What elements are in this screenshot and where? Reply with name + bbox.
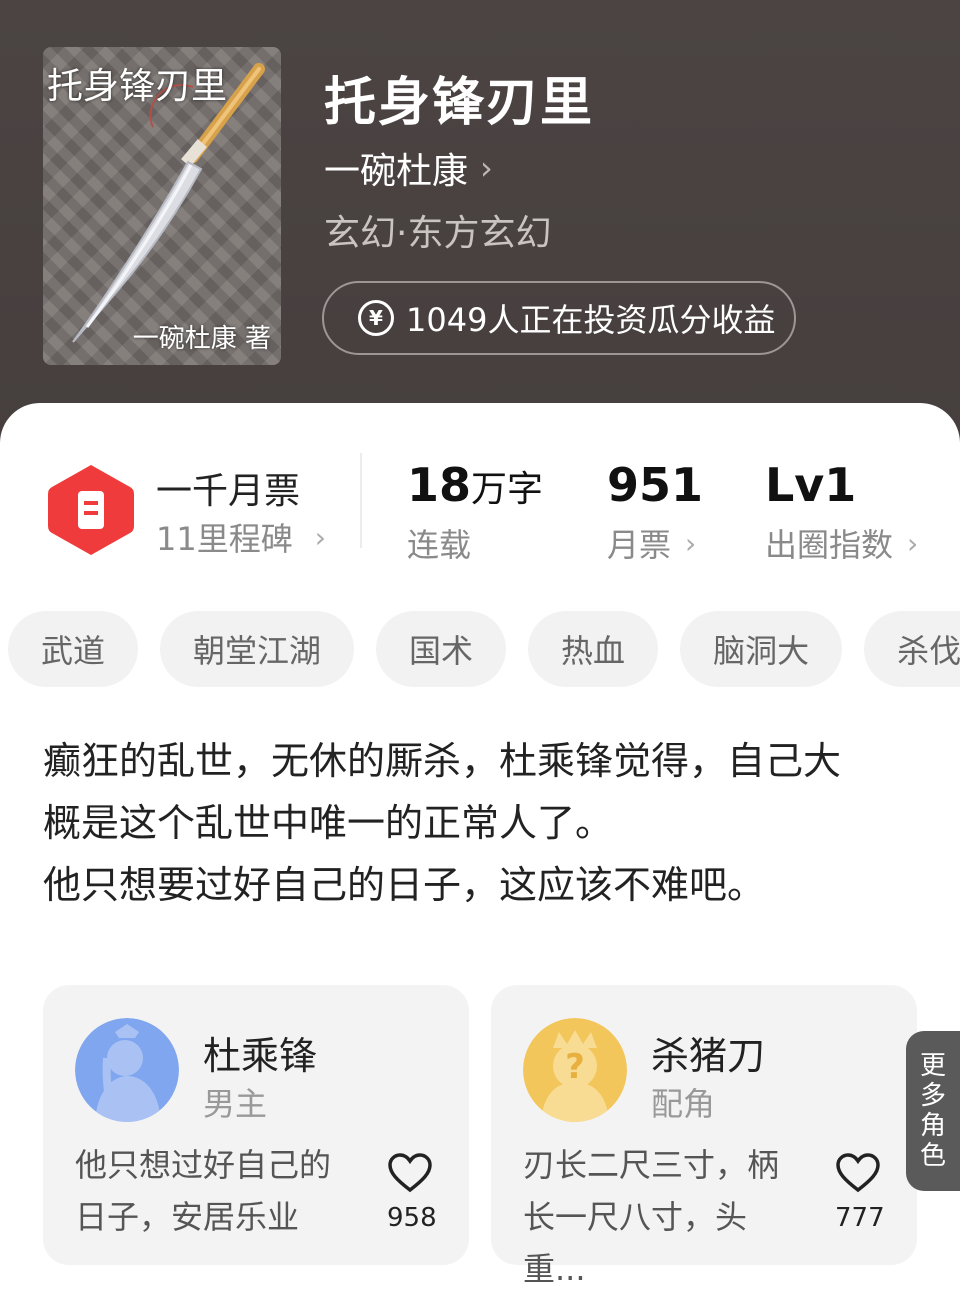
avatar: ? bbox=[523, 1018, 627, 1122]
heart-icon bbox=[836, 1153, 880, 1193]
chevron-right-icon: › bbox=[314, 520, 326, 554]
description-line: 癫狂的乱世，无休的厮杀，杜乘锋觉得，自己大 bbox=[43, 739, 842, 783]
tag-list: 武道 朝堂江湖 国术 热血 脑洞大 杀伐果断 bbox=[8, 611, 960, 687]
invest-text: 1049人正在投资瓜分收益 bbox=[406, 301, 776, 339]
milestone-title[interactable]: 一千月票 bbox=[156, 462, 300, 514]
stat-monthly-tickets[interactable]: 951 月票 › bbox=[607, 458, 703, 566]
role-desc-line: 日子，安居乐业 bbox=[75, 1198, 300, 1236]
role-card[interactable]: 杜乘锋 男主 他只想过好自己的 日子，安居乐业 958 bbox=[43, 985, 469, 1265]
more-roles-char: 多 bbox=[919, 1081, 946, 1111]
divider bbox=[360, 453, 362, 548]
chevron-right-icon: › bbox=[480, 149, 493, 187]
tag-item[interactable]: 杀伐果断 bbox=[864, 611, 960, 687]
more-roles-char: 角 bbox=[919, 1111, 946, 1141]
tag-item[interactable]: 朝堂江湖 bbox=[160, 611, 355, 687]
more-roles-char: 色 bbox=[919, 1141, 946, 1171]
role-name: 杀猪刀 bbox=[651, 1034, 766, 1078]
author-link[interactable]: 一碗杜康 › bbox=[324, 142, 493, 194]
stat-value: 951 bbox=[607, 458, 704, 512]
yen-coin-icon: ¥ bbox=[358, 300, 394, 336]
heart-icon bbox=[388, 1153, 432, 1193]
stat-unit: 万字 bbox=[471, 469, 544, 510]
male-character-icon bbox=[75, 1018, 179, 1122]
role-desc: 刃长二尺三寸，柄 长一尺八寸，头重... bbox=[523, 1139, 803, 1292]
stat-label: 连载 bbox=[407, 526, 472, 564]
svg-text:?: ? bbox=[565, 1047, 585, 1087]
description-line: 他只想要过好自己的日子，这应该不难吧。 bbox=[43, 863, 766, 907]
book-cover[interactable]: 托身锋刃里 一碗杜康 著 bbox=[43, 47, 281, 365]
more-roles-char: 更 bbox=[919, 1051, 946, 1081]
stat-label: 出圈指数 bbox=[765, 526, 894, 564]
like-count: 777 bbox=[835, 1203, 885, 1233]
chevron-right-icon: › bbox=[685, 526, 697, 560]
more-roles-button[interactable]: 更 多 角 色 bbox=[906, 1031, 960, 1191]
role-desc-line: 刃长二尺三寸，柄 bbox=[523, 1146, 780, 1184]
author-name: 一碗杜康 bbox=[324, 151, 469, 192]
role-card[interactable]: ? 杀猪刀 配角 刃长二尺三寸，柄 长一尺八寸，头重... 777 bbox=[491, 985, 917, 1288]
role-desc-line: 他只想过好自己的 bbox=[75, 1146, 332, 1184]
role-name: 杜乘锋 bbox=[203, 1034, 318, 1078]
tag-item[interactable]: 脑洞大 bbox=[680, 611, 843, 687]
stat-value: 18 bbox=[407, 458, 472, 512]
genre-label: 玄幻·东方玄幻 bbox=[324, 213, 552, 254]
like-button[interactable]: 958 bbox=[387, 1153, 437, 1233]
avatar bbox=[75, 1018, 179, 1122]
unknown-character-icon: ? bbox=[523, 1018, 627, 1122]
role-desc: 他只想过好自己的 日子，安居乐业 bbox=[75, 1139, 355, 1243]
milestone-sub: 11里程碑 bbox=[156, 520, 293, 558]
role-tag: 配角 bbox=[651, 1085, 716, 1123]
tag-item[interactable]: 热血 bbox=[528, 611, 659, 687]
milestone-link[interactable]: 11里程碑 › bbox=[156, 514, 326, 560]
like-button[interactable]: 777 bbox=[835, 1153, 885, 1233]
role-desc-line: 长一尺八寸，头重... bbox=[523, 1198, 748, 1288]
cover-title: 托身锋刃里 bbox=[47, 66, 228, 107]
stat-breakout-index[interactable]: Lv1 出圈指数 › bbox=[765, 458, 918, 566]
stat-value: Lv1 bbox=[765, 458, 857, 512]
invest-button[interactable]: ¥ 1049人正在投资瓜分收益 bbox=[322, 281, 796, 355]
role-tag: 男主 bbox=[203, 1085, 268, 1123]
ticket-hexagon-icon[interactable] bbox=[48, 463, 134, 557]
stat-word-count: 18万字 连载 bbox=[407, 458, 543, 566]
cover-author: 一碗杜康 著 bbox=[132, 324, 271, 354]
chevron-right-icon: › bbox=[907, 526, 919, 560]
stat-label: 月票 bbox=[607, 526, 672, 564]
tag-item[interactable]: 武道 bbox=[8, 611, 139, 687]
book-title: 托身锋刃里 bbox=[324, 73, 595, 133]
tag-item[interactable]: 国术 bbox=[376, 611, 507, 687]
like-count: 958 bbox=[387, 1203, 437, 1233]
book-description[interactable]: 癫狂的乱世，无休的厮杀，杜乘锋觉得，自己大 概是这个乱世中唯一的正常人了。 他只… bbox=[43, 730, 923, 916]
description-line: 概是这个乱世中唯一的正常人了。 bbox=[43, 801, 614, 845]
